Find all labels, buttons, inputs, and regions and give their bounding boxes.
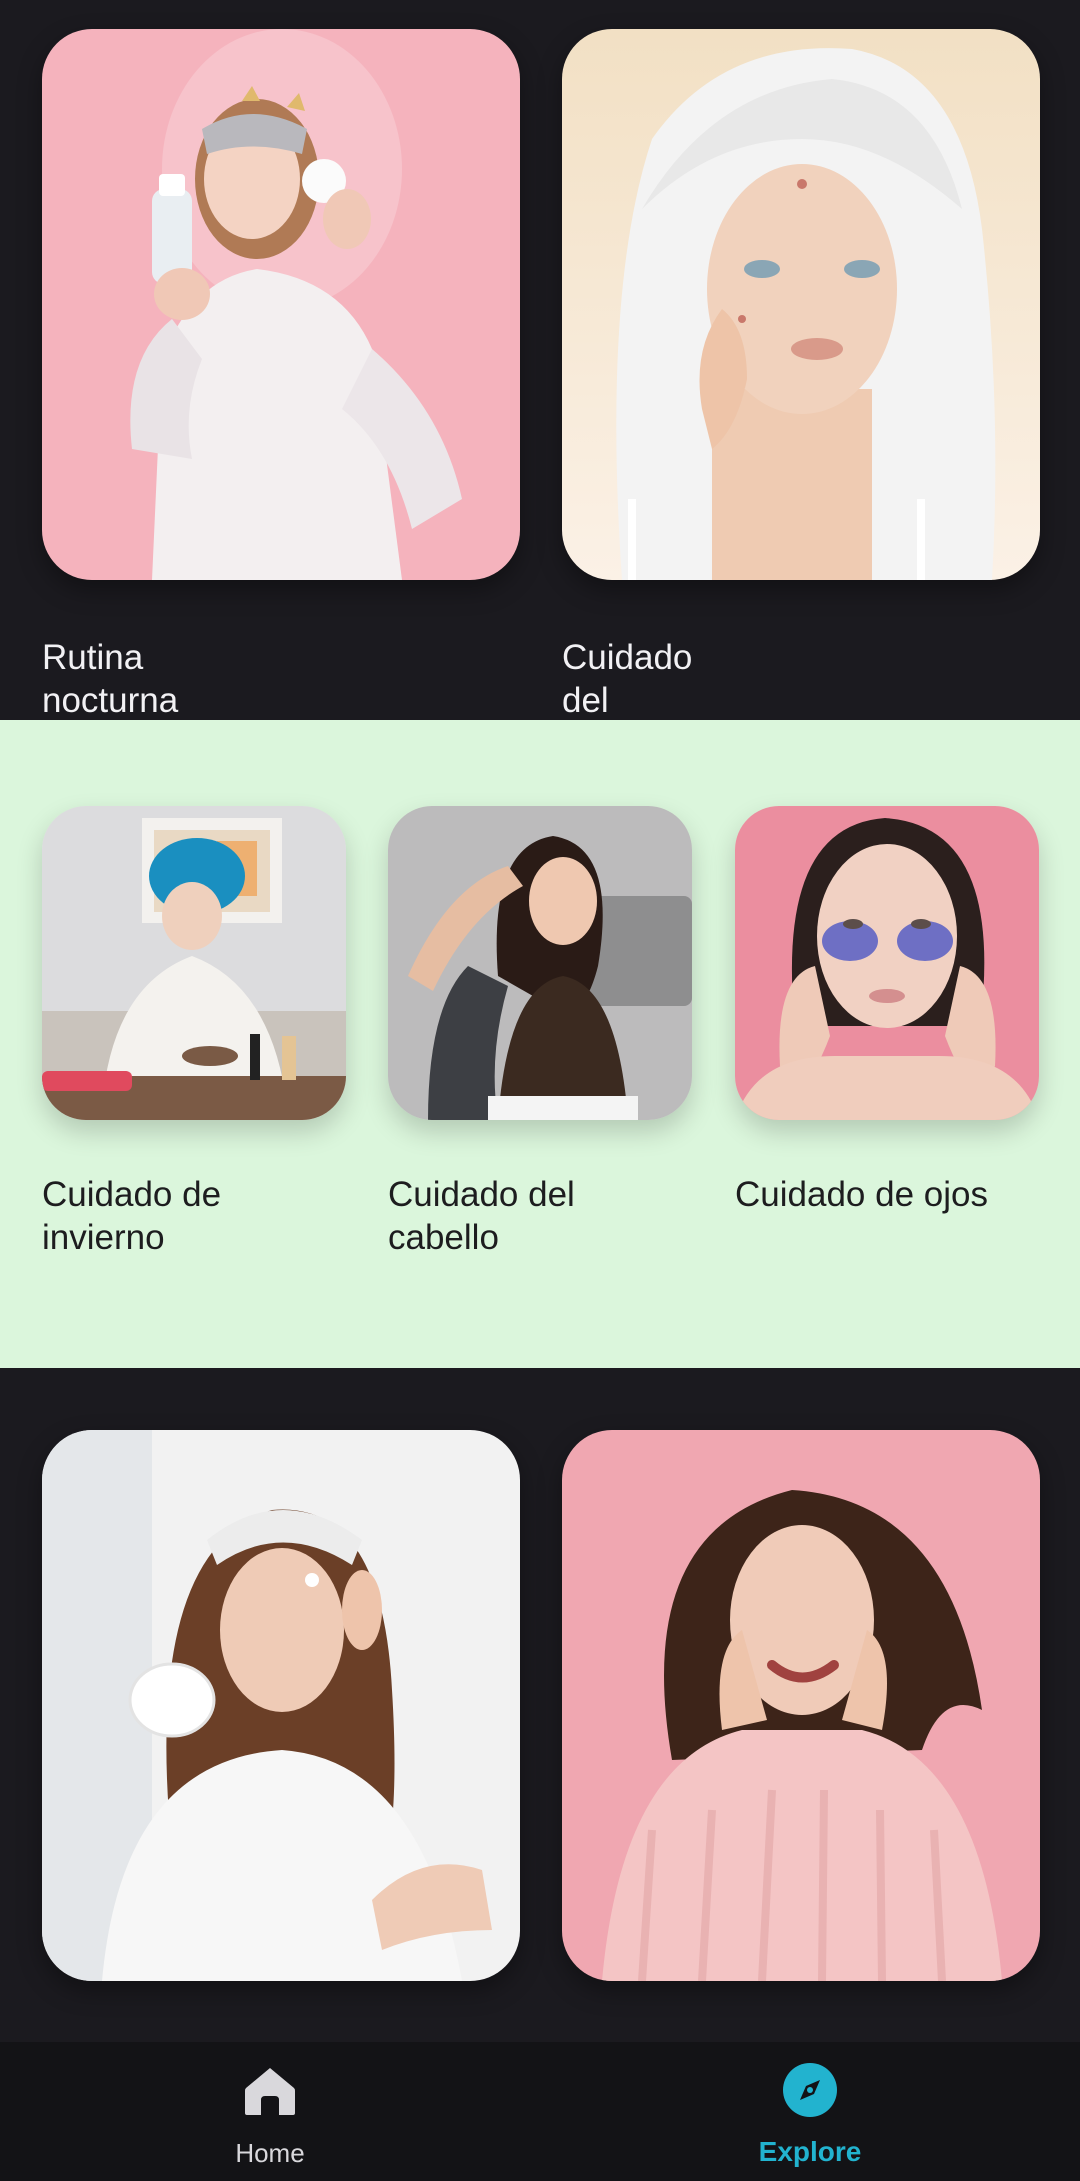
- category-section-3: [0, 1368, 1080, 2042]
- category-label: Cuidado de invierno: [42, 1175, 222, 1257]
- eye-care-image[interactable]: [735, 806, 1039, 1120]
- nav-explore[interactable]: Explore: [540, 2042, 1080, 2181]
- category-label: Cuidado del cabello: [388, 1175, 575, 1257]
- home-icon: [245, 2068, 295, 2115]
- compass-icon: [783, 2063, 837, 2117]
- hair-care-image[interactable]: [388, 806, 692, 1120]
- category-label: Cuidado de ojos: [735, 1175, 988, 1214]
- category-section-1: Rutina nocturna Cuidado del: [0, 0, 1080, 763]
- bottom-navigation: Home Explore: [0, 2042, 1080, 2181]
- nav-explore-label: Explore: [758, 2136, 862, 2167]
- face-cream-image[interactable]: [42, 1430, 520, 1981]
- nav-home[interactable]: Home: [0, 2042, 540, 2181]
- winter-care-image[interactable]: [42, 806, 346, 1120]
- category-label: Rutina nocturna: [42, 638, 179, 720]
- night-routine-image[interactable]: [42, 29, 520, 580]
- acne-care-image[interactable]: [562, 29, 1040, 580]
- explore-screen: Rutina nocturna Cuidado del Cuidado de i…: [0, 0, 1080, 2181]
- nav-home-label: Home: [235, 2138, 305, 2168]
- happy-skin-image[interactable]: [562, 1430, 1040, 1981]
- category-section-2: Cuidado de invierno Cuidado del cabello …: [0, 720, 1080, 1368]
